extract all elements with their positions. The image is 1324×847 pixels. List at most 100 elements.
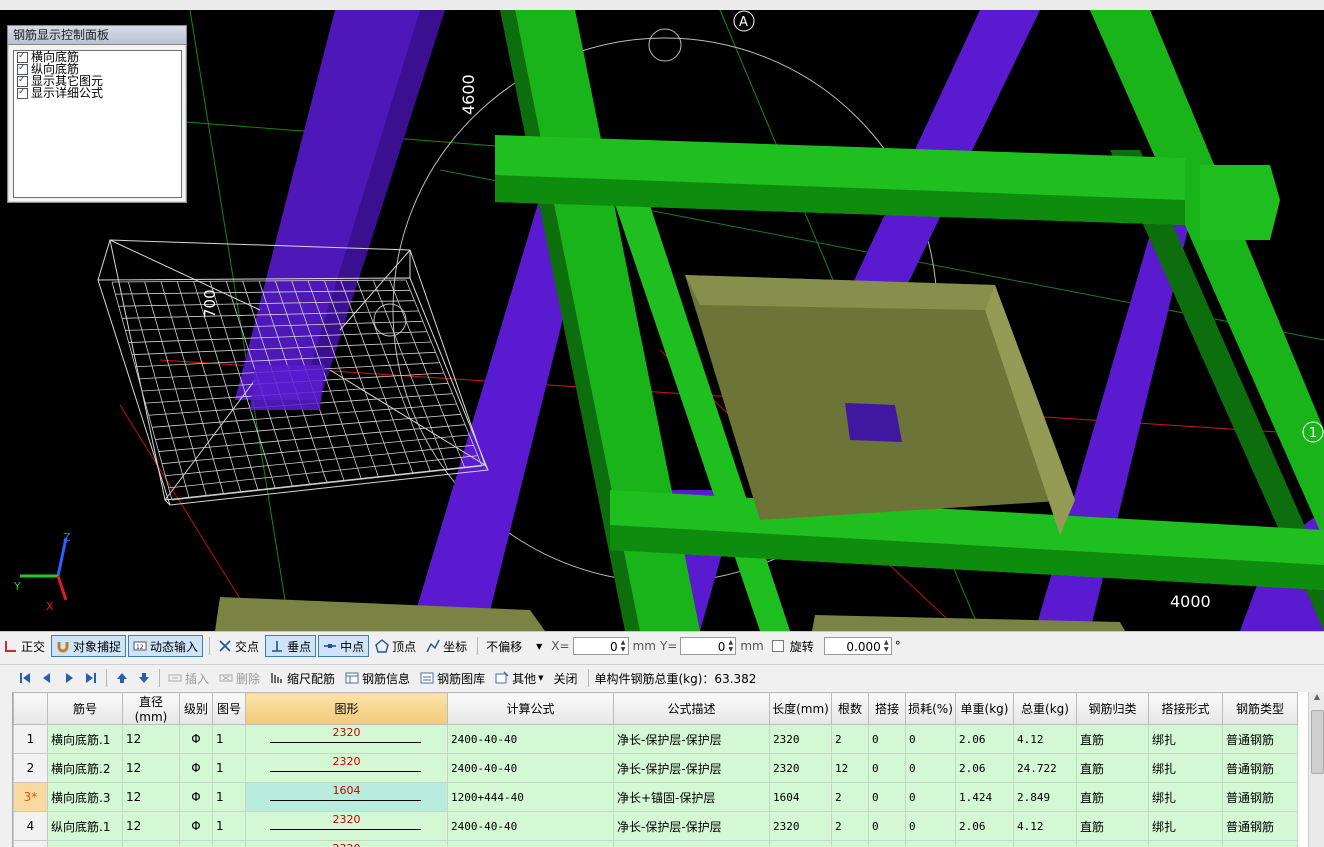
cell-count[interactable]: 2 [831,811,869,841]
rotate-input[interactable]: 0.000 ▲ ▼ [823,637,892,655]
cell-formula[interactable]: 2400-40-40 [447,753,614,783]
cell-shape[interactable]: 2320 [245,753,448,783]
cell-formula[interactable]: 1200+444-40 [447,782,614,812]
cell-formula[interactable]: 2400-40-40 [447,840,614,847]
cell-unit-weight[interactable]: 2.06 [955,753,1014,783]
x-input[interactable]: 0 ▲ ▼ [572,637,629,655]
cell-lap[interactable]: 0 [868,811,906,841]
cell-loss[interactable]: 0 [905,724,956,754]
cell-length[interactable]: 2320 [769,753,832,783]
cell-length[interactable]: 2320 [769,811,832,841]
cell-length[interactable]: 1604 [769,782,832,812]
cell-diameter[interactable]: 12 [122,840,180,847]
object-snap-button[interactable]: 对象捕捉 [51,635,127,657]
cell-unit-weight[interactable]: 2.06 [955,724,1014,754]
header-loss[interactable]: 损耗(%) [905,692,956,725]
option-show-detailed-formula[interactable]: 显示详细公式 [14,86,181,99]
scale-rebar-button[interactable]: 缩尺配筋 [266,667,339,689]
cell-loss[interactable]: 0 [905,840,956,847]
cell-lap-type[interactable]: 绑扎 [1148,782,1223,812]
cell-diameter[interactable]: 12 [122,811,180,841]
move-down-icon[interactable] [137,671,151,685]
header-bar-no[interactable]: 筋号 [47,692,123,725]
header-category[interactable]: 钢筋归类 [1076,692,1149,725]
3d-viewport[interactable]: 4600 700 4000 A 1 Z Y X 钢筋显示控制面板 横向底筋 纵向… [0,10,1324,631]
cell-unit-weight[interactable]: 1.424 [955,782,1014,812]
cell-grade[interactable]: Φ [179,811,213,841]
header-unit-weight[interactable]: 单重(kg) [955,692,1014,725]
cell-lap[interactable]: 0 [868,753,906,783]
cell-shape[interactable]: 2320 [245,811,448,841]
cell-figure-no[interactable]: 1 [212,782,246,812]
cell-formula-desc[interactable]: 净长+锚固-保护层 [613,782,770,812]
cell-formula[interactable]: 2400-40-40 [447,811,614,841]
rebar-library-button[interactable]: 钢筋图库 [416,667,489,689]
rebar-info-button[interactable]: 钢筋信息 [341,667,414,689]
cell-figure-no[interactable]: 1 [212,753,246,783]
cell-bar-no[interactable]: 纵向底筋.2 [47,840,123,847]
cell-lap-type[interactable]: 绑扎 [1148,840,1223,847]
cell-total-weight[interactable]: 2.849 [1013,782,1077,812]
cell-category[interactable]: 直筋 [1076,724,1149,754]
cell-shape[interactable]: 2320 [245,724,448,754]
row-index[interactable]: 1 [13,724,48,754]
ortho-button[interactable]: 正交 [0,635,49,657]
rotate-checkbox[interactable] [771,640,784,652]
cell-total-weight[interactable]: 4.12 [1013,724,1077,754]
header-total-weight[interactable]: 总重(kg) [1013,692,1077,725]
cell-figure-no[interactable]: 1 [212,724,246,754]
cell-loss[interactable]: 0 [905,811,956,841]
cell-length[interactable]: 2320 [769,840,832,847]
intersection-snap-button[interactable]: 交点 [214,635,263,657]
cell-count[interactable]: 12 [831,840,869,847]
vertical-scrollbar[interactable]: ▲ [1308,692,1324,847]
perpendicular-snap-button[interactable]: 垂点 [265,635,317,657]
header-diameter[interactable]: 直径(mm) [122,692,180,725]
cell-total-weight[interactable]: 4.12 [1013,811,1077,841]
cell-grade[interactable]: Φ [179,753,213,783]
header-formula-desc[interactable]: 公式描述 [613,692,770,725]
spinner-icon[interactable]: ▲ ▼ [620,639,627,653]
cell-bar-no[interactable]: 横向底筋.1 [47,724,123,754]
cell-grade[interactable]: Φ [179,724,213,754]
cell-formula[interactable]: 2400-40-40 [447,724,614,754]
row-index[interactable]: 3* [13,782,48,812]
cell-bar-no[interactable]: 横向底筋.3 [47,782,123,812]
cell-count[interactable]: 12 [831,753,869,783]
previous-record-icon[interactable] [40,671,54,685]
cell-lap[interactable]: 0 [868,782,906,812]
header-shape[interactable]: 图形 [245,692,448,725]
cell-diameter[interactable]: 12 [122,724,180,754]
cell-category[interactable]: 直筋 [1076,811,1149,841]
cell-loss[interactable]: 0 [905,782,956,812]
cell-bar-no[interactable]: 横向底筋.2 [47,753,123,783]
cell-category[interactable]: 直筋 [1076,782,1149,812]
cell-grade[interactable]: Φ [179,840,213,847]
header-length[interactable]: 长度(mm) [769,692,832,725]
scrollbar-thumb[interactable] [1311,710,1324,774]
vertex-snap-button[interactable]: 顶点 [371,635,420,657]
cell-total-weight[interactable]: 24.722 [1013,753,1077,783]
row-index[interactable]: 5 [13,840,48,847]
cell-shape[interactable]: 1604 [245,782,448,812]
cell-diameter[interactable]: 12 [122,782,180,812]
move-up-icon[interactable] [115,671,129,685]
coordinate-snap-button[interactable]: 坐标 [422,635,471,657]
row-index[interactable]: 4 [13,811,48,841]
row-index[interactable]: 2 [13,753,48,783]
cell-category[interactable]: 直筋 [1076,753,1149,783]
table-row[interactable]: 2 横向底筋.2 12 Φ 1 2320 2400-40-40 净长-保护层-保护层 2320 1… [13,753,1298,783]
last-record-icon[interactable] [84,671,98,685]
close-button[interactable]: 关闭 [549,667,581,689]
header-figure-no[interactable]: 图号 [212,692,246,725]
spinner-icon[interactable]: ▲ ▼ [727,639,734,653]
cell-grade[interactable]: Φ [179,782,213,812]
cell-lap-type[interactable]: 绑扎 [1148,753,1223,783]
cell-lap-type[interactable]: 绑扎 [1148,811,1223,841]
cell-formula-desc[interactable]: 净长-保护层-保护层 [613,724,770,754]
cell-loss[interactable]: 0 [905,753,956,783]
table-row[interactable]: 4 纵向底筋.1 12 Φ 1 2320 2400-40-40 净长-保护层-保护层 2320 2… [13,811,1298,841]
y-input[interactable]: 0 ▲ ▼ [680,637,737,655]
delete-button[interactable]: 删除 [215,667,264,689]
cell-diameter[interactable]: 12 [122,753,180,783]
